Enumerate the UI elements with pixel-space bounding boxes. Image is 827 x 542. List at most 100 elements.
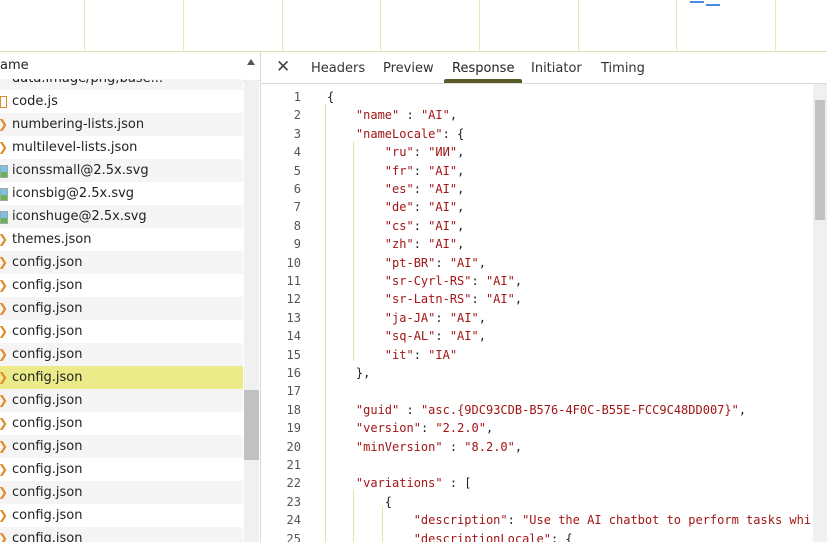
json-icon: ❯ [0,118,8,131]
code-line: 2 "name" : "AI", [261,106,813,124]
line-number: 13 [286,310,301,325]
tab-preview[interactable]: Preview [383,61,434,76]
request-row[interactable]: iconshuge@2.5x.svg [0,205,243,228]
request-list: data:image/png;base... code.js ❯ numbering-… [0,79,243,542]
request-row[interactable]: ❯ config.json [0,343,243,366]
code-line: 7 "de": "AI", [261,198,813,216]
request-list-scrollbar-thumb[interactable] [244,390,259,460]
request-name: themes.json [12,232,92,247]
code-line: 1{ [261,88,813,106]
tab-initiator[interactable]: Initiator [531,61,582,76]
request-name: config.json [12,485,83,500]
code-text: "variations" : [ [355,476,472,491]
code-line: 14 "sq-AL": "AI", [261,327,813,345]
request-row[interactable]: ❯ config.json [0,458,243,481]
request-row[interactable]: ❯ config.json [0,297,243,320]
code-text: "sr-Latn-RS": "AI", [384,292,523,307]
json-icon: ❯ [0,486,8,499]
code-text: "sq-AL": "AI", [384,329,486,344]
tab-timing[interactable]: Timing [601,61,645,76]
code-line: 23 { [261,493,813,511]
line-number: 3 [293,126,301,141]
line-number: 7 [293,200,301,215]
json-icon: ❯ [0,302,8,315]
request-row[interactable]: ❯ config.json [0,366,243,389]
detail-tabbar: ✕ Headers Preview Response Initiator Tim… [261,52,827,84]
code-text: "zh": "AI", [384,237,465,252]
request-list-scrollbar[interactable] [244,80,259,542]
image-icon [0,211,8,224]
request-row[interactable]: ❯ themes.json [0,228,243,251]
image-icon [0,188,8,201]
code-text: "sr-Cyrl-RS": "AI", [384,274,523,288]
request-name: config.json [12,416,83,431]
request-name: code.js [12,94,58,109]
request-name: config.json [12,324,83,339]
response-code-viewer[interactable]: 1{2 "name" : "AI", 3 "nameLocale": {4 "ru… [261,84,813,542]
request-row[interactable]: ❯ config.json [0,274,243,297]
response-scrollbar-thumb[interactable] [815,100,825,220]
code-line: 25 "descriptionLocale": { [261,530,813,542]
line-number: 19 [286,421,301,436]
code-text: "fr": "AI", [384,163,465,178]
request-name: config.json [12,301,83,316]
timeline-gridline [578,0,579,51]
request-row[interactable]: ❯ multilevel-lists.json [0,136,243,159]
code-text: }, [327,366,371,380]
line-number: 14 [286,329,301,344]
name-column-title: ame [0,58,29,73]
line-number: 2 [293,108,301,123]
code-text: "it": "IA" [384,347,458,362]
request-row[interactable]: iconssmall@2.5x.svg [0,159,243,182]
request-row[interactable]: code.js [0,90,243,113]
code-line: 20 "minVersion" : "8.2.0", [261,438,813,456]
request-row[interactable]: ❯ config.json [0,527,243,542]
json-icon: ❯ [0,279,8,292]
request-row[interactable]: ❯ config.json [0,251,243,274]
request-name: config.json [12,347,83,362]
line-number: 25 [286,531,301,542]
request-name: config.json [12,439,83,454]
code-line: 13 "ja-JA": "AI", [261,309,813,327]
request-row[interactable]: ❯ config.json [0,412,243,435]
timeline-gridline [183,0,184,51]
json-icon: ❯ [0,325,8,338]
network-timeline-overview[interactable] [0,0,827,52]
close-icon[interactable]: ✕ [276,57,290,77]
code-text: "ja-JA": "AI", [384,310,486,325]
code-text: { [327,494,393,509]
request-row[interactable]: iconsbig@2.5x.svg [0,182,243,205]
sort-ascending-icon [247,59,255,65]
code-line: 24 "description": "Use the AI chatbot to… [261,511,813,529]
json-icon: ❯ [0,532,8,542]
request-row[interactable]: ❯ config.json [0,320,243,343]
request-row[interactable]: ❯ numbering-lists.json [0,113,243,136]
code-line: 10 "pt-BR": "AI", [261,254,813,272]
request-row[interactable]: ❯ config.json [0,504,243,527]
request-name: config.json [12,278,83,293]
tab-response[interactable]: Response [452,61,514,76]
line-number: 1 [293,90,301,104]
request-row[interactable]: data:image/png;base... [0,79,243,90]
code-line: 8 "cs": "AI", [261,217,813,235]
tab-headers[interactable]: Headers [311,61,365,76]
line-number: 5 [293,163,301,178]
timeline-gridline [282,0,283,51]
code-text: "ru": "ИИ", [384,145,465,160]
json-icon: ❯ [0,463,8,476]
code-text: "pt-BR": "AI", [384,255,486,270]
request-row[interactable]: ❯ config.json [0,481,243,504]
name-column-header[interactable]: ame [0,52,260,81]
request-row[interactable]: ❯ config.json [0,389,243,412]
code-line: 3 "nameLocale": { [261,125,813,143]
json-icon: ❯ [0,440,8,453]
json-icon: ❯ [0,394,8,407]
json-icon: ❯ [0,509,8,522]
code-text: "name" : "AI", [355,108,458,123]
line-number: 21 [286,458,301,472]
request-row[interactable]: ❯ config.json [0,435,243,458]
line-number: 18 [286,402,301,417]
timeline-gridline [676,0,677,51]
timeline-gridline [380,0,381,51]
line-number: 24 [286,513,301,528]
